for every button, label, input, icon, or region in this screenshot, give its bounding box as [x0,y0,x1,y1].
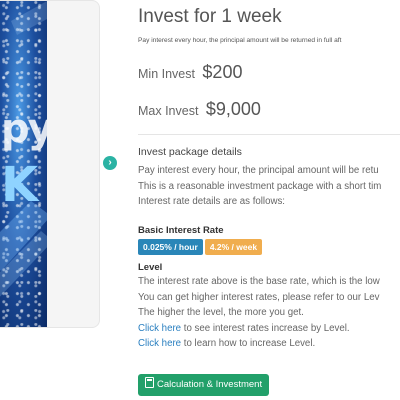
min-invest-value: $200 [202,62,243,82]
details-line: Interest rate details are as follows: [138,196,285,207]
calculation-investment-button[interactable]: Calculation & Investment [138,374,270,396]
level-description: The interest rate above is the base rate… [138,274,380,352]
level-heading: Level [138,262,163,273]
max-invest-value: $9,000 [205,99,261,119]
banner-text-line2: K [1,157,38,213]
banner-text-line1: py [1,106,47,152]
calculator-icon [145,377,154,388]
details-line: Pay interest every hour, the principal a… [138,165,379,176]
increase-level-link-text: to learn how to increase Level. [181,338,316,349]
details-description: Pay interest every hour, the principal a… [138,163,381,210]
chevron-right-icon[interactable]: › [103,156,117,170]
details-line: This is a reasonable investment package … [138,180,382,192]
level-line: You can get higher interest rates, pleas… [138,291,380,303]
package-subtitle: Pay interest every hour, the principal a… [138,37,342,44]
min-invest-row: Min Invest $200 [138,62,242,83]
level-rates-link-row: Click here to see interest rates increas… [138,321,380,337]
level-rates-link[interactable]: Click here [138,323,181,334]
max-invest-row: Max Invest $9,000 [138,99,261,120]
promo-banner-image: py K [0,1,47,327]
rate-week-badge: 4.2% / week [204,239,263,255]
calculation-investment-label: Calculation & Investment [157,379,263,390]
level-line: The interest rate above is the base rate… [138,276,380,287]
max-invest-label: Max Invest [138,104,199,118]
divider [138,134,400,135]
rate-heading: Basic Interest Rate [138,225,224,236]
package-card: py K [0,0,100,328]
level-line: The higher the level, the more you get. [138,307,304,318]
rate-badges: 0.025% / hour 4.2% / week [138,237,264,255]
package-page: py K › Invest for 1 week Pay interest ev… [0,0,400,400]
increase-level-link-row: Click here to learn how to increase Leve… [138,336,380,352]
rate-hour-badge: 0.025% / hour [138,239,203,255]
package-title: Invest for 1 week [138,6,282,27]
min-invest-label: Min Invest [138,67,195,81]
level-rates-link-text: to see interest rates increase by Level. [181,322,350,334]
details-heading: Invest package details [138,146,242,158]
increase-level-link[interactable]: Click here [138,338,181,349]
